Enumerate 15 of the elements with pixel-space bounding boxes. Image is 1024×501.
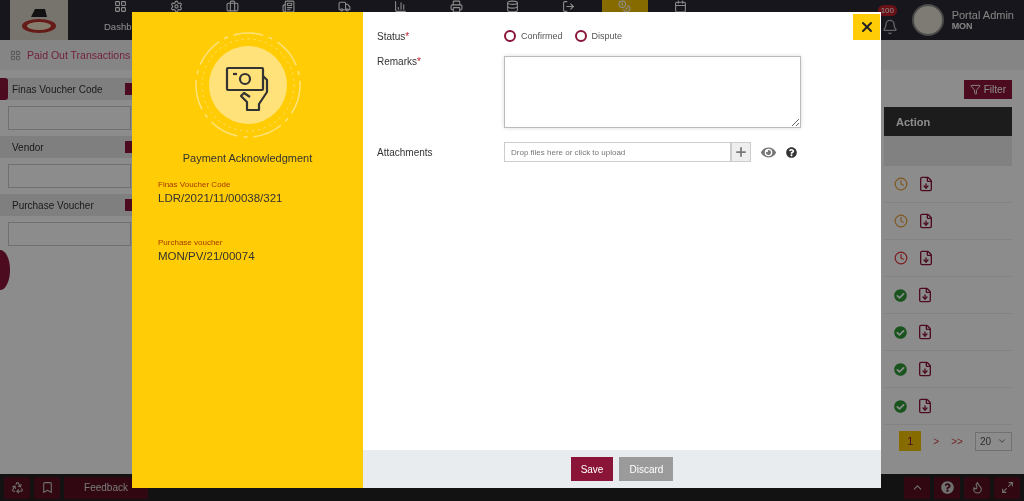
column-header: Action bbox=[884, 107, 1012, 136]
field-label: Attachments bbox=[377, 146, 434, 158]
dialog-title: Payment Acknowledgment bbox=[181, 152, 314, 164]
field-label: Remarks* bbox=[377, 56, 422, 67]
page-title: Paid Out Transactions bbox=[27, 49, 131, 61]
detail-label: Finas Voucher Code bbox=[158, 180, 232, 189]
filter-label: Finas Voucher Code bbox=[12, 83, 103, 95]
user-name: Portal Admin bbox=[951, 9, 1014, 21]
detail-value: LDR/2021/11/00038/321 bbox=[158, 192, 284, 204]
field-label: Status* bbox=[377, 30, 411, 42]
detail-value: MON/PV/21/00074 bbox=[158, 250, 256, 262]
detail-label: Purchase voucher bbox=[158, 238, 224, 247]
user-branch: MON bbox=[951, 21, 974, 31]
filter-label: Vendor bbox=[12, 141, 44, 153]
filter-label: Purchase Voucher bbox=[12, 199, 94, 211]
